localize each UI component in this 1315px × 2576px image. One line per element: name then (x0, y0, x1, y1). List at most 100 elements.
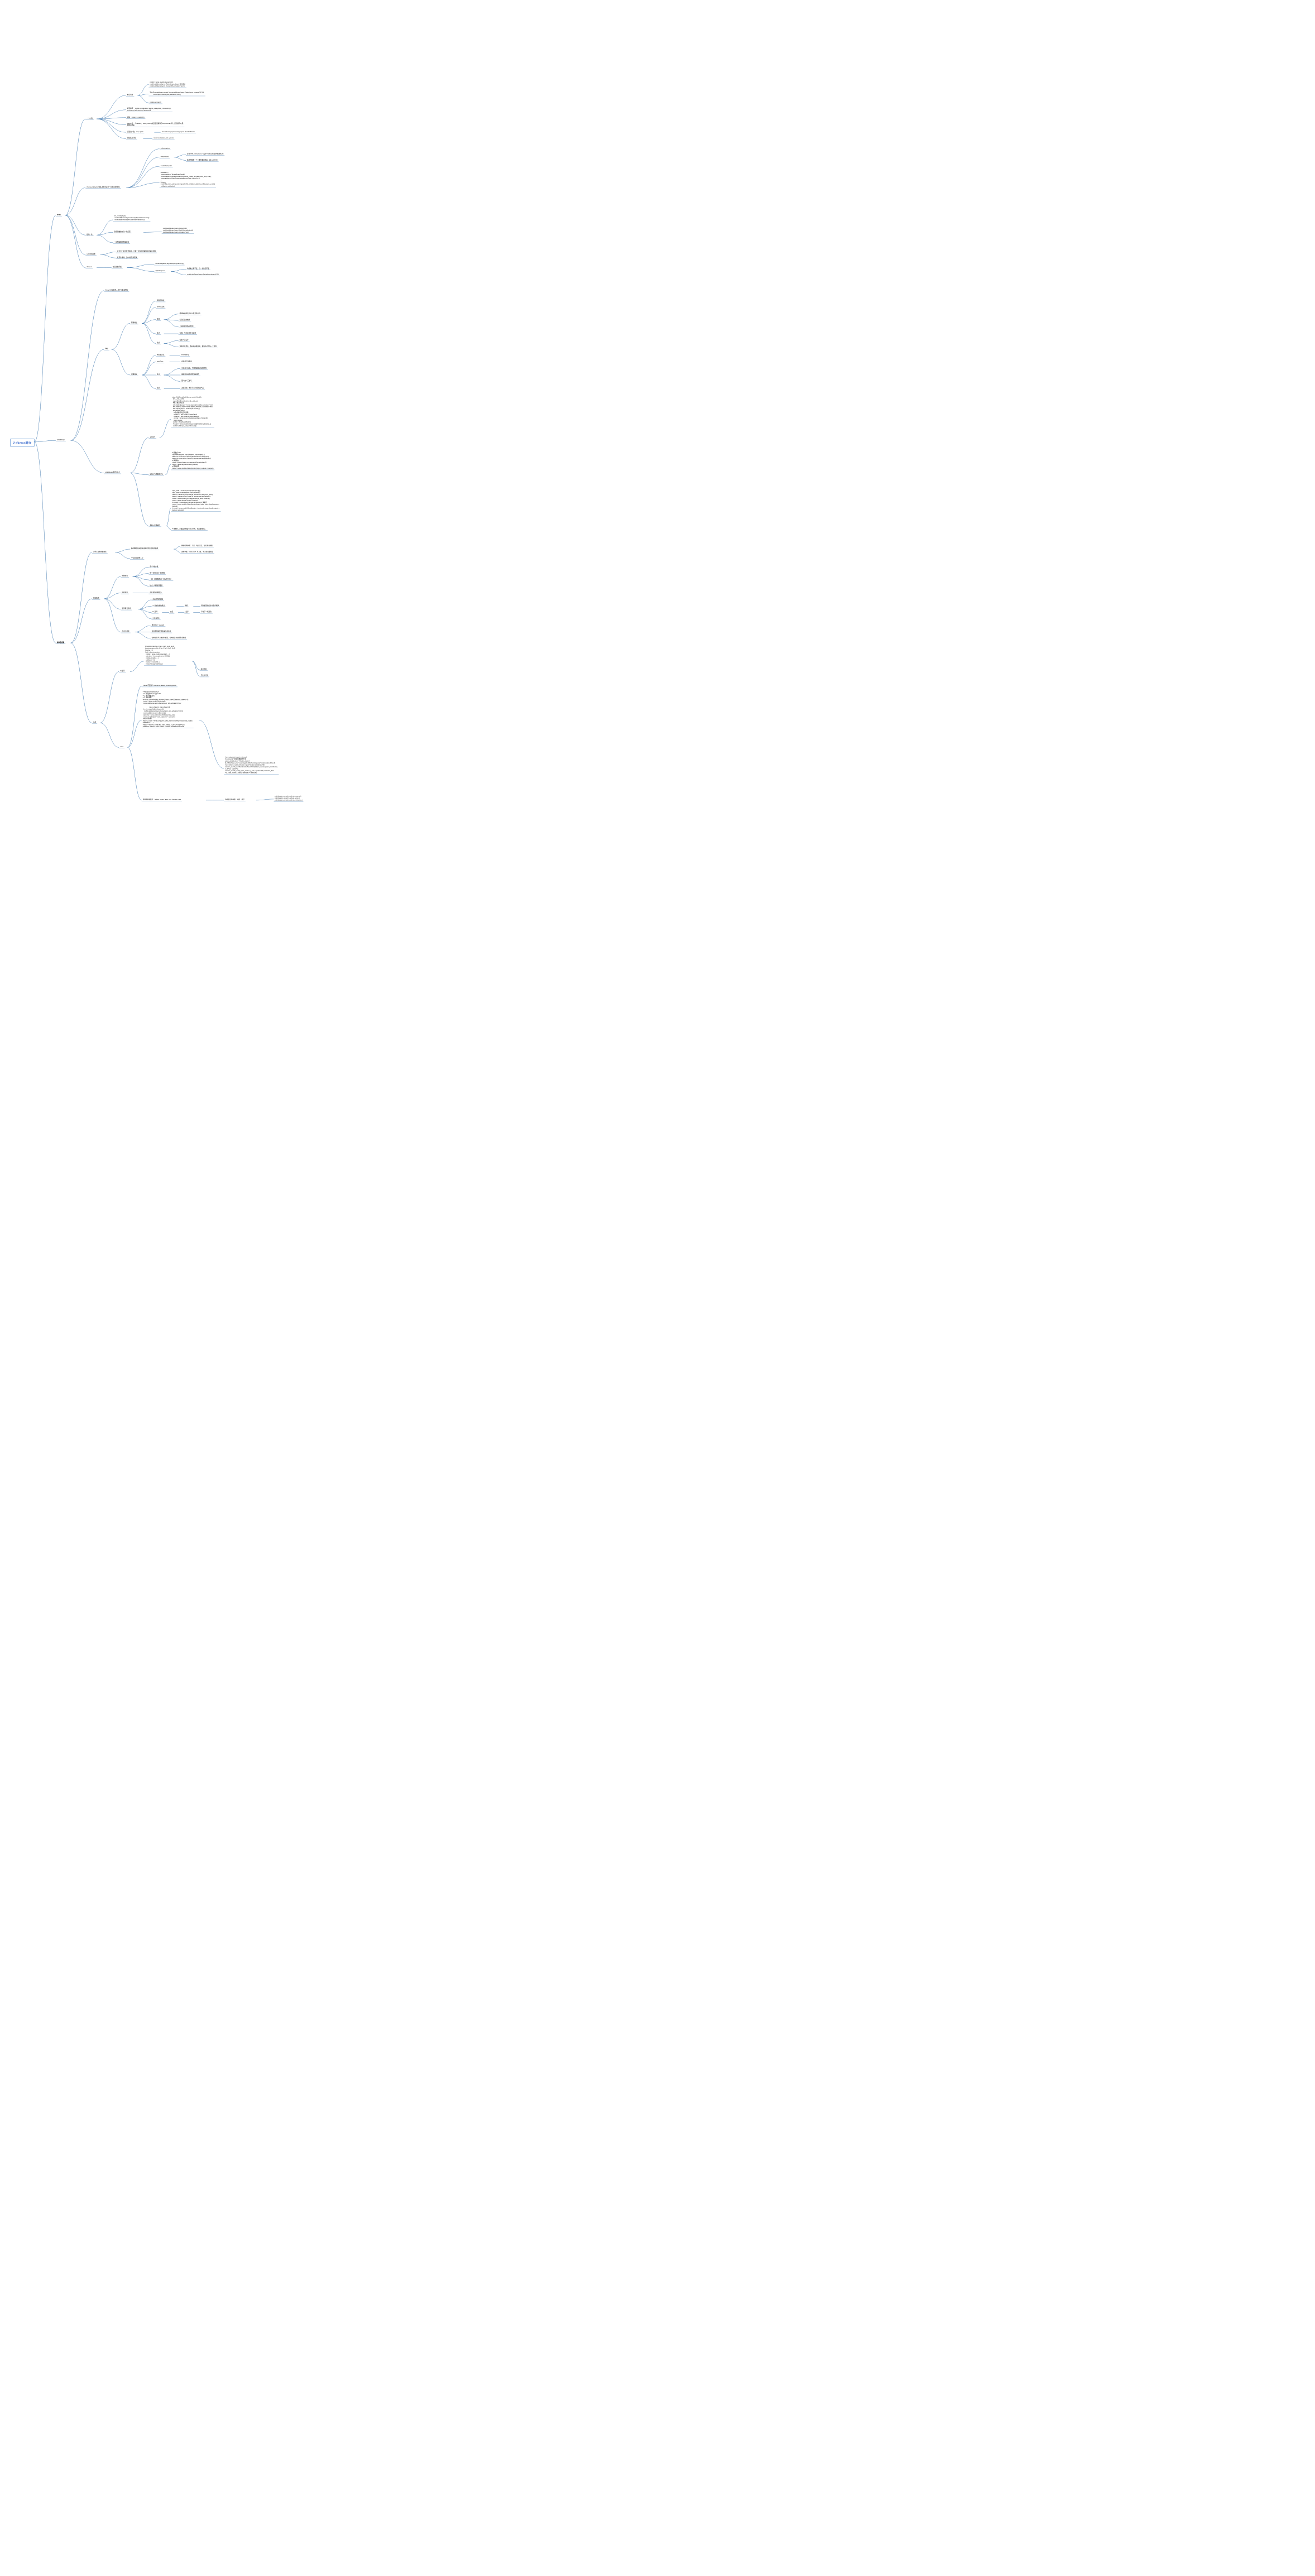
ga3: B. 选择 (151, 611, 159, 613)
rs: 随机搜索 (121, 591, 129, 594)
ga4: C.重新到A (151, 617, 160, 620)
cbcode: callbacks = [ keras.callbacks.TensorBoar… (160, 171, 216, 188)
bn1: for _ in range(20): model.add(keras.laye… (113, 215, 150, 222)
bn2a: model.add(keras.layers.Dense(100)) model… (162, 227, 194, 234)
qd: 缺点 (156, 342, 161, 344)
ga2b: 得到模型指标作为生存概率 (200, 604, 220, 607)
lsw: 离散值特征 (156, 299, 165, 302)
skp: from scipy.stats import reciprocal # rec… (224, 756, 279, 775)
wd1: Google16年发布，用于分类和回归 (104, 289, 129, 291)
selu1: 自带归一化的激活函数，也能一定程度缓解梯度消失的问题 (116, 250, 157, 253)
mjqd: 缺点 (156, 387, 161, 390)
mcpt: modelcheckpoint (160, 165, 173, 167)
oh: onehot表示 (156, 305, 165, 308)
mj: 密集特征 (130, 373, 138, 376)
selu2: 效果非常好，比BN效果好很多 (116, 256, 138, 259)
mimo2: # 预测时，多输出也例如evaluate中，也需要两份y。 (171, 528, 208, 531)
qd2: 可能过于契合，所有特征做交叉，相当于记住每一个样本 (179, 345, 218, 348)
tb1: 命令行中：tensorbord --logdir=callbacks(文件夹的名… (186, 153, 224, 156)
skr: 要搜索的参数是：hidden_layers, layer_sice, learn… (142, 799, 182, 801)
mj2: word2vec (156, 360, 164, 363)
jc1: 稀疏特征做交叉可以取并集信息 (179, 312, 201, 315)
early: earlystopping (160, 147, 171, 150)
yd: 优点 (156, 332, 161, 335)
mjyd: 优点 (156, 373, 161, 376)
mxsp: 模型编译 ：model.compile(loss='sparse_categor… (126, 107, 172, 112)
mjqd1: 过度泛化，推荐不怎么相关的产品 (180, 387, 205, 390)
why1: 精调网络中有很多训练过程中不变的参数 (130, 547, 159, 550)
qf1: 研究热点！AutoML (151, 624, 165, 627)
fapicode: # 函数式 API input=keras.layers.Input(shape… (171, 451, 214, 470)
skr2: print(random_search_cv.best_params_) pri… (274, 795, 304, 802)
for2: 无法并行化 (200, 674, 209, 677)
drop1: 在层之前添加 (112, 266, 123, 268)
qf: 启发式搜索 (121, 630, 130, 633)
mxct1: model = keras.models.Sequential() model.… (148, 81, 186, 88)
bn: 批归一化 (85, 233, 94, 236)
why: 为什么要超参数搜索 (92, 550, 108, 553)
jc: 交叉 (156, 318, 161, 320)
bn2: 激活函数放在归一化后面 (113, 230, 131, 233)
root-text: 2 tfkeras简介 (13, 441, 32, 445)
mj1a: embedding (180, 353, 190, 356)
ga: 遗传算法搜索 (121, 607, 132, 610)
mimocode: input_wide = keras.layers.Input(shape=[5… (171, 489, 220, 512)
jc3: （其实就是特征交叉） (179, 325, 196, 328)
mimo: 多输入和多输出 (148, 524, 161, 527)
rs1: 替代值取可能很多 (148, 591, 162, 594)
for: for循环 (119, 670, 126, 672)
sk: scikit (119, 746, 124, 748)
drop2: AlphaDropout (154, 270, 165, 272)
why2: 手工尝试消费人力 (130, 557, 144, 560)
ss: 搜索策略 (92, 597, 100, 600)
sz: 实战 (92, 721, 97, 724)
drop2a: 均值和方差不变，归一化性质不变 (186, 267, 210, 270)
qd1: 需要人工设计 (179, 339, 190, 342)
skr1: 查看最后的参数、分数、模型 (224, 799, 246, 801)
keras: keras (56, 213, 62, 216)
jc2: 实现记忆的效果 (179, 319, 191, 321)
wdz: wide&deep模型知识点 (104, 471, 121, 474)
mjyd3: 更少的人工参与 (180, 379, 193, 382)
mxct3: model.summary() (148, 101, 162, 104)
subcode: class WideDeepModel(keras.models.Model):… (171, 396, 214, 427)
ga1: 对自然界的模拟 (151, 598, 164, 601)
yd1: 有效，广泛应用于工业界 (179, 332, 197, 335)
wg1: 定义n维方格 (148, 565, 159, 568)
xl: 训练：history = model.fit() (126, 116, 146, 119)
norm: 实现归一化：x=(x-u)/std (126, 131, 145, 133)
widedeep: wide&deep (56, 439, 66, 441)
mxct: 模型创建 (126, 93, 135, 96)
norm1: from sklearn.preprocessing import Standa… (161, 131, 196, 133)
ga3a: 交叉 (169, 611, 174, 613)
qf3: 使用强化学习来进行反馈，使用模型来训练生成参数 (151, 637, 187, 640)
ga3b: 变异 (184, 611, 189, 613)
ga2a: 训练 (184, 604, 189, 607)
qf2: 使用循环神经网络来生成参数 (151, 630, 172, 633)
wg: 网格搜索 (121, 575, 129, 578)
ga3c: 产生下一代集合 (200, 611, 213, 613)
why1a: 网络结构参数：几层，每层宽度，每层激活函数 (180, 545, 214, 547)
hyper: 超参数搜索 (56, 641, 65, 644)
why1b: 训练参数：batch_size, 学习率，学习率衰减算法 (180, 551, 214, 554)
mjyd1: 带有语义信息，不同向量之间有相关性 (180, 367, 208, 369)
cbks: tf.keras.callbacks(训练过程中进行一定程度的监听) (85, 186, 121, 189)
root-node: 2 tfkeras简介 (10, 439, 34, 447)
sk1: tf.keras下面有个wrappers, sklearn,KerasRegre… (142, 684, 177, 687)
drop: dropout (85, 266, 93, 268)
tz: 特征 (104, 348, 109, 350)
ga2: A. 初始化参数集合 (151, 604, 166, 607)
mxct2: 等价于model=keras.models.Sequential([keras.… (148, 92, 205, 97)
selu: selu激活函数 (85, 253, 97, 256)
fapi: 功能API(函数式API) (148, 473, 164, 475)
sub: 子类API (148, 436, 156, 439)
mj1: 用向量表达 (156, 353, 165, 356)
wg2: 每个方格对应一组参数 (148, 571, 166, 574)
hist: history是一个callback，history.history成员变量保存… (126, 122, 184, 127)
eval: 测试集上评估 (126, 137, 137, 140)
wg3: 一组一组参数测试（可以并行化） (148, 578, 173, 581)
drop1a: model.add(keras.layers.Dropout(rate=0.5)… (154, 262, 184, 265)
yige: 一个小例 (85, 117, 94, 120)
tb: tensorboard (160, 155, 170, 158)
for1: 简单粗暴 (200, 668, 208, 671)
